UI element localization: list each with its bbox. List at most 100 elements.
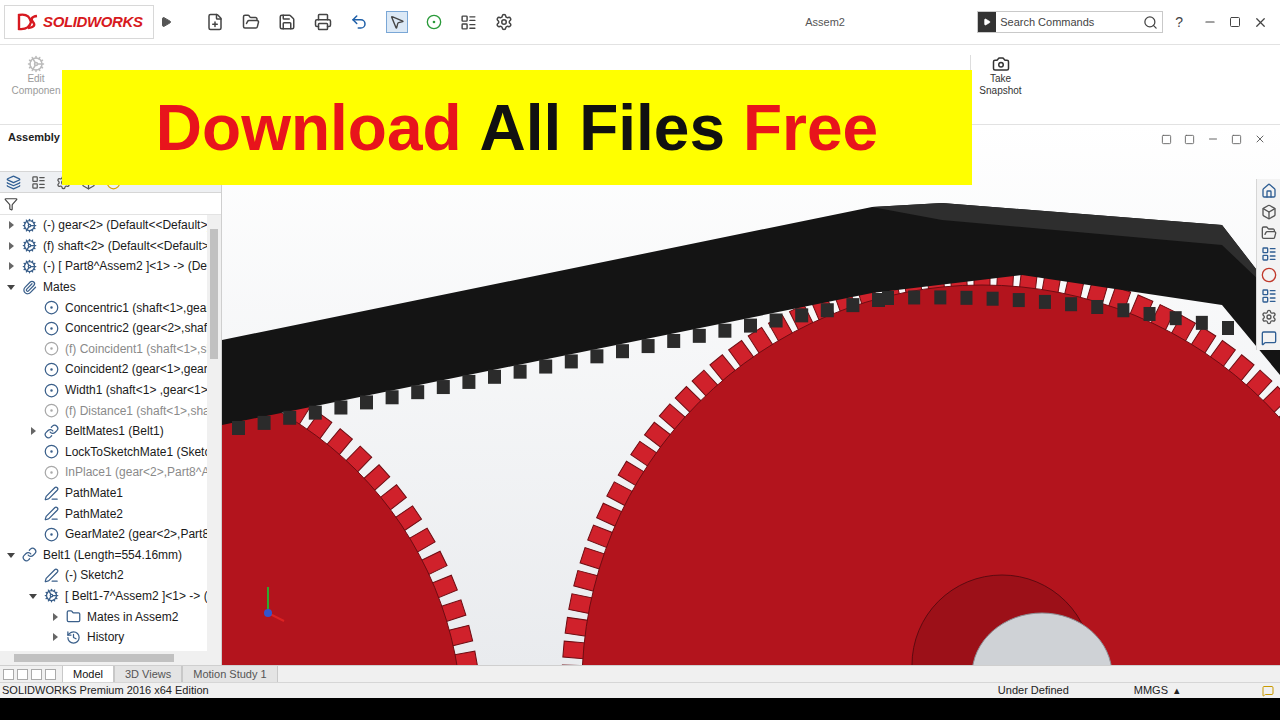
logo[interactable]: SOLIDWORKS (4, 5, 154, 39)
tree-item[interactable]: (-) [ Part8^Assem2 ]<1> -> (Defa (0, 256, 207, 277)
solidworks-window: SOLIDWORKS Assem2 Search Commands? EditComp… (0, 0, 1280, 720)
restore-icon[interactable] (1229, 16, 1241, 28)
save-icon[interactable] (278, 13, 296, 31)
minimize-icon[interactable] (1203, 15, 1217, 29)
command-tab[interactable]: Assembly (0, 129, 68, 150)
explorer-icon[interactable] (1261, 225, 1277, 241)
expand-arrow-icon[interactable] (7, 283, 15, 291)
command-button[interactable]: TakeSnapshot (970, 55, 1030, 97)
print-icon[interactable] (314, 13, 332, 31)
tree-item[interactable]: PathMate2 (0, 503, 207, 524)
component-icon (22, 259, 37, 274)
tree-item[interactable]: [ Belt1-7^Assem2 ]<1> -> (D (0, 586, 207, 607)
tree-label: Concentric1 (shaft<1>,gear< (65, 299, 207, 317)
component-icon (22, 218, 37, 233)
viewport-close-icon[interactable] (1254, 133, 1266, 145)
banner-text: Free (743, 96, 878, 160)
tree-item[interactable]: Concentric2 (gear<2>,shaft< (0, 318, 207, 339)
tree-item[interactable]: Width1 (shaft<1> ,gear<1> ) (0, 380, 207, 401)
tree-item[interactable]: History (0, 627, 207, 648)
tree-item[interactable]: InPlace1 (gear<2>,Part8^Ass (0, 462, 207, 483)
sketch-icon (44, 568, 59, 583)
options-icon[interactable] (495, 13, 513, 31)
tree-item[interactable]: Coincident2 (gear<1>,gear< (0, 359, 207, 380)
product-edition: SOLIDWORKS Premium 2016 x64 Edition (0, 682, 998, 699)
expand-arrow-icon[interactable] (29, 427, 37, 435)
bottom-tab[interactable]: 3D Views (114, 666, 182, 682)
file-properties-icon[interactable] (460, 14, 477, 31)
tile-left-icon[interactable] (1161, 134, 1172, 145)
tree-label: (f) shaft<2> (Default<<Default>_ (43, 237, 207, 255)
filter-row[interactable] (0, 193, 221, 215)
command-button[interactable]: EditComponen (6, 55, 66, 97)
expand-arrow-icon[interactable] (7, 551, 15, 559)
viewport-restore-icon[interactable] (1231, 134, 1242, 145)
tree-item[interactable]: (f) Distance1 (shaft<1>,shaft (0, 400, 207, 421)
search-box[interactable]: Search Commands (977, 11, 1163, 33)
horizontal-scrollbar[interactable] (0, 651, 221, 665)
expand-arrow-icon[interactable] (7, 221, 15, 229)
pointer-icon (389, 14, 405, 30)
tree-item[interactable]: BeltMates1 (Belt1) (0, 421, 207, 442)
tree-item[interactable]: Belt1 (Length=554.16mm) (0, 545, 207, 566)
unit-menu-arrow[interactable]: ▴ (1174, 682, 1180, 699)
new-file-icon[interactable] (206, 13, 224, 31)
viewport-minimize-icon[interactable] (1207, 133, 1219, 145)
home-icon[interactable] (1261, 183, 1277, 199)
tab-scroll-button[interactable] (17, 669, 28, 680)
tab-scroll-button[interactable] (3, 669, 14, 680)
bottom-tab[interactable]: Model (62, 666, 114, 682)
library-icon[interactable] (1261, 204, 1277, 220)
tree-item[interactable]: (f) Coincident1 (shaft<1>,sh (0, 339, 207, 360)
tree-item[interactable]: Mates in Assem2 (0, 606, 207, 627)
properties-icon[interactable] (1261, 288, 1277, 304)
expand-arrow-icon[interactable] (51, 633, 59, 641)
custom-properties-icon[interactable] (1261, 309, 1277, 325)
rebuild-icon[interactable] (426, 14, 442, 30)
close-icon[interactable] (1253, 15, 1268, 30)
tree-label: Width1 (shaft<1> ,gear<1> ) (65, 381, 207, 399)
expand-arrow-icon[interactable] (7, 242, 15, 250)
status-bar: SOLIDWORKS Premium 2016 x64 EditionUnder… (0, 682, 1280, 698)
property-manager-icon[interactable] (31, 175, 46, 190)
expand-arrow-icon[interactable] (51, 613, 59, 621)
open-icon[interactable] (242, 13, 260, 31)
palette-icon[interactable] (1261, 246, 1277, 262)
bottom-tab[interactable]: Motion Study 1 (182, 666, 277, 682)
unit-system[interactable]: MMGS (1134, 682, 1168, 699)
gear-belt-model[interactable] (222, 125, 1280, 665)
tree-item[interactable]: GearMate2 (gear<2>,Part8^A (0, 524, 207, 545)
feature-tree-icon[interactable] (6, 175, 21, 190)
mate-icon (44, 362, 59, 377)
menu-expand-icon[interactable] (160, 16, 172, 28)
belt-icon (44, 424, 59, 439)
tab-scroll-button[interactable] (45, 669, 56, 680)
tree-item[interactable]: LockToSketchMate1 (Sketch (0, 442, 207, 463)
expand-arrow-icon[interactable] (7, 262, 15, 270)
select-button[interactable] (386, 11, 408, 33)
tree-item[interactable]: PathMate1 (0, 483, 207, 504)
tab-scroll-button[interactable] (31, 669, 42, 680)
tree-label: (f) Distance1 (shaft<1>,shaft (65, 402, 207, 420)
mate-icon (44, 465, 59, 480)
edit-component-icon (27, 55, 45, 73)
title-bar: SOLIDWORKS Assem2 Search Commands? (0, 0, 1280, 45)
tree-label: Coincident2 (gear<1>,gear< (65, 360, 207, 378)
forum-icon[interactable] (1261, 330, 1277, 346)
tree-item[interactable]: (-) Sketch2 (0, 565, 207, 586)
quick-access-toolbar (206, 11, 513, 33)
tree-label: (-) Sketch2 (65, 566, 124, 584)
help-button[interactable]: ? (1175, 12, 1183, 33)
window-title: Assem2 (805, 14, 845, 31)
tree-item[interactable]: Concentric1 (shaft<1>,gear< (0, 297, 207, 318)
tree-label: [ Belt1-7^Assem2 ]<1> -> (D (65, 587, 207, 605)
undo-icon[interactable] (350, 13, 368, 31)
graphics-area[interactable] (222, 125, 1280, 665)
tree-item[interactable]: (f) shaft<2> (Default<<Default>_ (0, 236, 207, 257)
appearance-icon[interactable] (1261, 267, 1277, 283)
tile-right-icon[interactable] (1184, 134, 1195, 145)
tree-item[interactable]: (-) gear<2> (Default<<Default>_ (0, 215, 207, 236)
tree-item[interactable]: Mates (0, 277, 207, 298)
expand-arrow-icon[interactable] (29, 592, 37, 600)
vertical-scrollbar[interactable] (207, 215, 221, 651)
